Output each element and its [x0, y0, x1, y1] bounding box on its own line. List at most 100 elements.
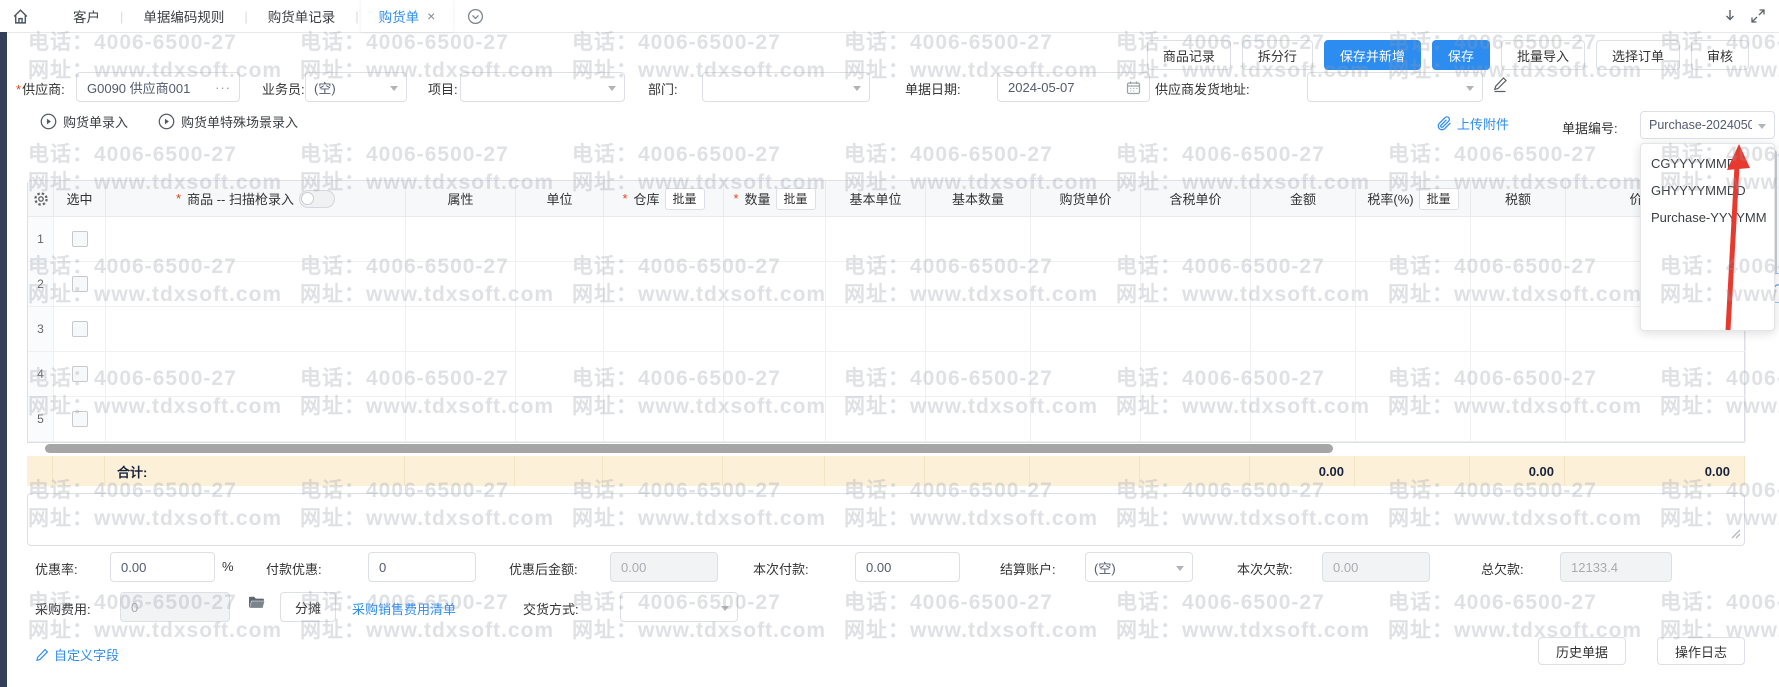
edit-address-icon[interactable] [1492, 76, 1508, 96]
col-tax-incl-price-header[interactable]: 含税单价 [1141, 181, 1251, 217]
close-tab-icon[interactable]: × [427, 9, 435, 23]
select-order-button[interactable]: 选择订单 [1596, 40, 1680, 70]
scan-gun-toggle[interactable] [299, 190, 335, 208]
product-record-button[interactable]: 商品记录 [1147, 40, 1231, 70]
tab-more-icon[interactable] [467, 8, 484, 25]
folder-icon[interactable] [248, 595, 265, 613]
table-cell[interactable] [1566, 352, 1746, 397]
table-cell[interactable] [926, 352, 1031, 397]
custom-fields-link[interactable]: 自定义字段 [35, 645, 119, 664]
table-cell[interactable] [406, 352, 516, 397]
row-checkbox[interactable] [72, 231, 88, 247]
table-cell[interactable] [1471, 307, 1566, 352]
table-cell[interactable] [516, 307, 604, 352]
download-icon[interactable] [1723, 9, 1737, 24]
payment-now-field[interactable] [855, 552, 960, 582]
table-cell[interactable] [1356, 352, 1471, 397]
delivery-method-select[interactable] [620, 592, 738, 622]
doc-date-field[interactable] [997, 72, 1150, 102]
table-cell[interactable] [1471, 262, 1566, 307]
col-base-quantity-header[interactable]: 基本数量 [926, 181, 1031, 217]
purchase-special-entry-link[interactable]: 购货单特殊场景录入 [158, 112, 298, 131]
table-cell[interactable] [1031, 397, 1141, 442]
doc-no-option[interactable]: GHYYYYMMDD [1641, 177, 1774, 204]
table-cell[interactable]: 2 [28, 262, 54, 307]
supplier-input[interactable] [85, 79, 209, 96]
table-cell[interactable] [1251, 217, 1356, 262]
remarks-textarea[interactable] [27, 493, 1745, 546]
col-unit-header[interactable]: 单位 [516, 181, 604, 217]
doc-no-option[interactable]: CGYYYYMMDD [1641, 150, 1774, 177]
col-purchase-price-header[interactable]: 购货单价 [1031, 181, 1141, 217]
col-tax-amount-header[interactable]: 税额 [1471, 181, 1566, 217]
table-cell[interactable] [1031, 307, 1141, 352]
project-select[interactable] [460, 72, 625, 102]
table-cell[interactable] [1141, 352, 1251, 397]
col-base-unit-header[interactable]: 基本单位 [826, 181, 926, 217]
table-cell[interactable] [54, 352, 106, 397]
table-cell[interactable]: 4 [28, 352, 54, 397]
col-quantity-header[interactable]: *数量批量 [724, 181, 826, 217]
save-button[interactable]: 保存 [1432, 40, 1490, 70]
table-cell[interactable] [1356, 262, 1471, 307]
table-cell[interactable] [1251, 307, 1356, 352]
table-cell[interactable]: 3 [28, 307, 54, 352]
table-cell[interactable]: 1 [28, 217, 54, 262]
table-cell[interactable] [1251, 262, 1356, 307]
row-checkbox[interactable] [72, 276, 88, 292]
payment-discount-input[interactable] [377, 559, 467, 576]
table-cell[interactable] [406, 307, 516, 352]
table-cell[interactable] [926, 262, 1031, 307]
table-cell[interactable] [826, 262, 926, 307]
table-cell[interactable] [604, 397, 724, 442]
table-cell[interactable] [54, 262, 106, 307]
table-cell[interactable] [926, 217, 1031, 262]
table-cell[interactable] [106, 262, 406, 307]
table-cell[interactable] [1031, 217, 1141, 262]
table-cell[interactable] [516, 352, 604, 397]
batch-button[interactable]: 批量 [1419, 188, 1459, 210]
table-cell[interactable]: 5 [28, 397, 54, 442]
home-icon[interactable] [12, 8, 29, 25]
col-attribute-header[interactable]: 属性 [406, 181, 516, 217]
tab-purchase-order[interactable]: 购货单× [361, 0, 454, 32]
table-cell[interactable] [1356, 217, 1471, 262]
table-cell[interactable] [516, 217, 604, 262]
resize-handle-icon[interactable] [1731, 527, 1741, 542]
col-warehouse-header[interactable]: *仓库批量 [604, 181, 724, 217]
department-select[interactable] [702, 72, 870, 102]
fee-list-link[interactable]: 采购销售费用清单 [352, 599, 456, 618]
col-product-header[interactable]: *商品 -- 扫描枪录入 [106, 181, 406, 217]
table-cell[interactable] [1141, 217, 1251, 262]
table-cell[interactable] [604, 307, 724, 352]
table-cell[interactable] [516, 397, 604, 442]
fullscreen-icon[interactable] [1751, 9, 1765, 23]
table-cell[interactable] [926, 397, 1031, 442]
table-cell[interactable] [724, 352, 826, 397]
table-cell[interactable] [1471, 352, 1566, 397]
row-checkbox[interactable] [72, 321, 88, 337]
table-cell[interactable] [406, 217, 516, 262]
table-cell[interactable] [516, 262, 604, 307]
table-cell[interactable] [54, 307, 106, 352]
table-cell[interactable] [1141, 307, 1251, 352]
table-cell[interactable] [1251, 397, 1356, 442]
table-cell[interactable] [54, 217, 106, 262]
col-select-header[interactable]: 选中 [54, 181, 106, 217]
batch-button[interactable]: 批量 [776, 188, 816, 210]
table-cell[interactable] [604, 262, 724, 307]
table-cell[interactable] [826, 307, 926, 352]
table-cell[interactable] [106, 397, 406, 442]
purchase-entry-link[interactable]: 购货单录入 [40, 112, 128, 131]
row-checkbox[interactable] [72, 366, 88, 382]
supplier-field[interactable]: ··· [76, 72, 240, 102]
table-cell[interactable] [1471, 217, 1566, 262]
calendar-icon[interactable] [1126, 80, 1141, 95]
doc-date-input[interactable] [1006, 79, 1120, 96]
table-cell[interactable] [106, 307, 406, 352]
table-cell[interactable] [1471, 397, 1566, 442]
table-cell[interactable] [604, 352, 724, 397]
table-cell[interactable] [1356, 307, 1471, 352]
table-cell[interactable] [826, 352, 926, 397]
discount-rate-input[interactable] [119, 559, 206, 576]
